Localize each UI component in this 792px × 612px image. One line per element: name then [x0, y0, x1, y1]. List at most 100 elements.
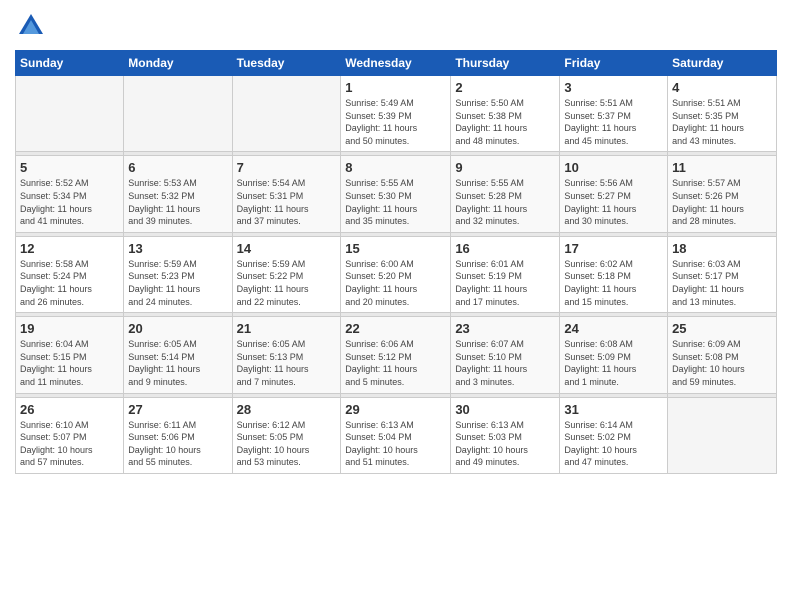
calendar-cell: 11Sunrise: 5:57 AM Sunset: 5:26 PM Dayli…: [668, 156, 777, 232]
day-number: 29: [345, 402, 446, 417]
day-number: 19: [20, 321, 119, 336]
day-number: 16: [455, 241, 555, 256]
day-number: 5: [20, 160, 119, 175]
calendar-cell: 16 Sunrise: 6:01 AM Sunset: 5:19 PM Dayli…: [451, 236, 560, 312]
day-info: Sunrise: 6:13 AM Sunset: 5:04 PM Dayligh…: [345, 419, 446, 469]
day-number: 12: [20, 241, 119, 256]
calendar-cell: 29 Sunrise: 6:13 AM Sunset: 5:04 PM Dayli…: [341, 397, 451, 473]
day-info: Sunrise: 6:01 AM Sunset: 5:19 PM Dayligh…: [455, 258, 555, 308]
col-saturday: Saturday: [668, 51, 777, 76]
day-info: Sunrise: 6:14 AM Sunset: 5:02 PM Dayligh…: [564, 419, 663, 469]
day-info: Sunrise: 6:04 AM Sunset: 5:15 PM Dayligh…: [20, 338, 119, 388]
calendar-cell: 6 Sunrise: 5:53 AM Sunset: 5:32 PM Daylig…: [124, 156, 232, 232]
day-info: Sunrise: 6:06 AM Sunset: 5:12 PM Dayligh…: [345, 338, 446, 388]
calendar-cell: 23 Sunrise: 6:07 AM Sunset: 5:10 PM Dayli…: [451, 317, 560, 393]
day-number: 2: [455, 80, 555, 95]
day-info: Sunrise: 5:55 AM Sunset: 5:28 PM Dayligh…: [455, 177, 555, 227]
calendar-week-row: 5 Sunrise: 5:52 AM Sunset: 5:34 PM Daylig…: [16, 156, 777, 232]
calendar-cell: 15 Sunrise: 6:00 AM Sunset: 5:20 PM Dayli…: [341, 236, 451, 312]
col-friday: Friday: [560, 51, 668, 76]
day-info: Sunrise: 5:50 AM Sunset: 5:38 PM Dayligh…: [455, 97, 555, 147]
calendar-cell: 12 Sunrise: 5:58 AM Sunset: 5:24 PM Dayli…: [16, 236, 124, 312]
day-info: Sunrise: 6:09 AM Sunset: 5:08 PM Dayligh…: [672, 338, 772, 388]
day-number: 6: [128, 160, 227, 175]
day-info: Sunrise: 5:58 AM Sunset: 5:24 PM Dayligh…: [20, 258, 119, 308]
day-number: 21: [237, 321, 337, 336]
calendar-table: Sunday Monday Tuesday Wednesday Thursday…: [15, 50, 777, 474]
day-info: Sunrise: 5:56 AM Sunset: 5:27 PM Dayligh…: [564, 177, 663, 227]
day-number: 14: [237, 241, 337, 256]
col-thursday: Thursday: [451, 51, 560, 76]
calendar-cell: 20 Sunrise: 6:05 AM Sunset: 5:14 PM Dayli…: [124, 317, 232, 393]
day-info: Sunrise: 6:05 AM Sunset: 5:14 PM Dayligh…: [128, 338, 227, 388]
calendar-cell: 28Sunrise: 6:12 AM Sunset: 5:05 PM Dayli…: [232, 397, 341, 473]
logo-icon: [15, 10, 47, 42]
calendar-cell: [668, 397, 777, 473]
day-number: 27: [128, 402, 227, 417]
calendar-cell: [124, 76, 232, 152]
calendar-week-row: 19 Sunrise: 6:04 AM Sunset: 5:15 PM Dayli…: [16, 317, 777, 393]
calendar-cell: 27Sunrise: 6:11 AM Sunset: 5:06 PM Dayli…: [124, 397, 232, 473]
day-info: Sunrise: 6:08 AM Sunset: 5:09 PM Dayligh…: [564, 338, 663, 388]
day-number: 10: [564, 160, 663, 175]
calendar-week-row: 1Sunrise: 5:49 AM Sunset: 5:39 PM Daylig…: [16, 76, 777, 152]
calendar-week-row: 12 Sunrise: 5:58 AM Sunset: 5:24 PM Dayli…: [16, 236, 777, 312]
calendar-cell: 21 Sunrise: 6:05 AM Sunset: 5:13 PM Dayli…: [232, 317, 341, 393]
col-wednesday: Wednesday: [341, 51, 451, 76]
calendar-cell: 17 Sunrise: 6:02 AM Sunset: 5:18 PM Dayli…: [560, 236, 668, 312]
calendar-cell: 24Sunrise: 6:08 AM Sunset: 5:09 PM Dayli…: [560, 317, 668, 393]
day-info: Sunrise: 6:10 AM Sunset: 5:07 PM Dayligh…: [20, 419, 119, 469]
day-info: Sunrise: 5:52 AM Sunset: 5:34 PM Dayligh…: [20, 177, 119, 227]
day-info: Sunrise: 6:05 AM Sunset: 5:13 PM Dayligh…: [237, 338, 337, 388]
calendar-cell: 18Sunrise: 6:03 AM Sunset: 5:17 PM Dayli…: [668, 236, 777, 312]
col-sunday: Sunday: [16, 51, 124, 76]
day-number: 17: [564, 241, 663, 256]
calendar-cell: 1Sunrise: 5:49 AM Sunset: 5:39 PM Daylig…: [341, 76, 451, 152]
day-number: 30: [455, 402, 555, 417]
day-number: 25: [672, 321, 772, 336]
day-info: Sunrise: 5:59 AM Sunset: 5:22 PM Dayligh…: [237, 258, 337, 308]
day-number: 15: [345, 241, 446, 256]
col-monday: Monday: [124, 51, 232, 76]
calendar-page: Sunday Monday Tuesday Wednesday Thursday…: [0, 0, 792, 612]
day-number: 7: [237, 160, 337, 175]
day-info: Sunrise: 5:53 AM Sunset: 5:32 PM Dayligh…: [128, 177, 227, 227]
day-number: 13: [128, 241, 227, 256]
calendar-cell: 26 Sunrise: 6:10 AM Sunset: 5:07 PM Dayli…: [16, 397, 124, 473]
day-info: Sunrise: 6:00 AM Sunset: 5:20 PM Dayligh…: [345, 258, 446, 308]
day-number: 22: [345, 321, 446, 336]
day-number: 1: [345, 80, 446, 95]
day-info: Sunrise: 5:54 AM Sunset: 5:31 PM Dayligh…: [237, 177, 337, 227]
day-number: 9: [455, 160, 555, 175]
calendar-cell: 19 Sunrise: 6:04 AM Sunset: 5:15 PM Dayli…: [16, 317, 124, 393]
day-info: Sunrise: 5:51 AM Sunset: 5:35 PM Dayligh…: [672, 97, 772, 147]
calendar-cell: 30 Sunrise: 6:13 AM Sunset: 5:03 PM Dayli…: [451, 397, 560, 473]
calendar-cell: [16, 76, 124, 152]
calendar-cell: 8Sunrise: 5:55 AM Sunset: 5:30 PM Daylig…: [341, 156, 451, 232]
day-info: Sunrise: 5:51 AM Sunset: 5:37 PM Dayligh…: [564, 97, 663, 147]
day-info: Sunrise: 6:13 AM Sunset: 5:03 PM Dayligh…: [455, 419, 555, 469]
calendar-cell: 5 Sunrise: 5:52 AM Sunset: 5:34 PM Daylig…: [16, 156, 124, 232]
day-number: 18: [672, 241, 772, 256]
day-number: 28: [237, 402, 337, 417]
day-number: 8: [345, 160, 446, 175]
day-number: 3: [564, 80, 663, 95]
page-header: [15, 10, 777, 42]
calendar-cell: 3 Sunrise: 5:51 AM Sunset: 5:37 PM Daylig…: [560, 76, 668, 152]
day-info: Sunrise: 6:07 AM Sunset: 5:10 PM Dayligh…: [455, 338, 555, 388]
calendar-cell: 7 Sunrise: 5:54 AM Sunset: 5:31 PM Daylig…: [232, 156, 341, 232]
calendar-cell: 31Sunrise: 6:14 AM Sunset: 5:02 PM Dayli…: [560, 397, 668, 473]
calendar-cell: 4 Sunrise: 5:51 AM Sunset: 5:35 PM Daylig…: [668, 76, 777, 152]
calendar-cell: 13Sunrise: 5:59 AM Sunset: 5:23 PM Dayli…: [124, 236, 232, 312]
logo: [15, 10, 51, 42]
day-number: 23: [455, 321, 555, 336]
weekday-header-row: Sunday Monday Tuesday Wednesday Thursday…: [16, 51, 777, 76]
calendar-cell: 25 Sunrise: 6:09 AM Sunset: 5:08 PM Dayli…: [668, 317, 777, 393]
calendar-cell: 22 Sunrise: 6:06 AM Sunset: 5:12 PM Dayli…: [341, 317, 451, 393]
day-number: 26: [20, 402, 119, 417]
day-info: Sunrise: 6:02 AM Sunset: 5:18 PM Dayligh…: [564, 258, 663, 308]
day-number: 4: [672, 80, 772, 95]
calendar-cell: 9 Sunrise: 5:55 AM Sunset: 5:28 PM Daylig…: [451, 156, 560, 232]
day-number: 20: [128, 321, 227, 336]
day-info: Sunrise: 5:57 AM Sunset: 5:26 PM Dayligh…: [672, 177, 772, 227]
